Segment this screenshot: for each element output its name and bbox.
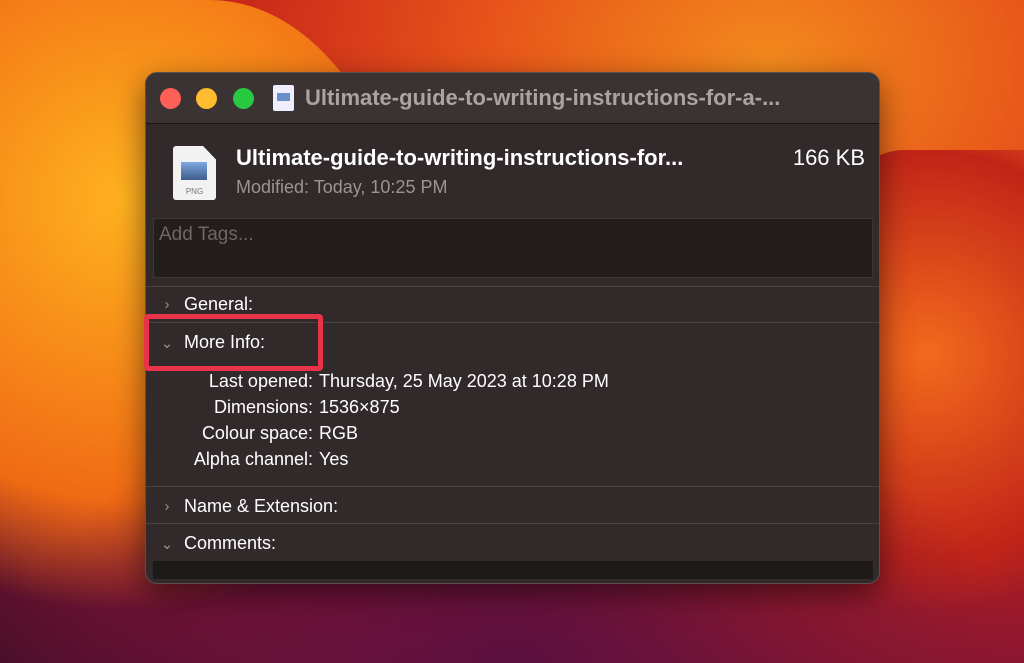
section-label: Comments: [184, 533, 277, 553]
info-label: Alpha channel: [193, 449, 313, 469]
section-comments[interactable]: ⌄ Comments: [160, 533, 276, 554]
png-file-icon [273, 85, 294, 111]
modified-date: Modified: Today, 10:25 PM [236, 177, 448, 197]
file-type-label: PNG [185, 187, 204, 196]
section-label: Name & Extension: [184, 496, 339, 516]
chevron-down-icon: ⌄ [160, 535, 174, 553]
tags-input[interactable]: Add Tags... [153, 218, 873, 278]
file-size: 166 KB [792, 145, 865, 170]
title-bar: Ultimate-guide-to-writing-instructions-f… [146, 73, 879, 124]
info-label: Colour space: [201, 423, 313, 443]
info-value: 1536×875 [319, 397, 400, 417]
chevron-right-icon: › [164, 296, 170, 313]
chevron-right-icon: › [164, 498, 170, 515]
info-row: Dimensions: 1536×875 [146, 397, 400, 418]
highlight-box [144, 314, 323, 371]
divider [146, 286, 879, 287]
info-value: Thursday, 25 May 2023 at 10:28 PM [319, 371, 609, 391]
get-info-window: Ultimate-guide-to-writing-instructions-f… [144, 72, 880, 584]
divider [146, 486, 879, 487]
file-name: Ultimate-guide-to-writing-instructions-f… [236, 145, 684, 170]
section-name-extension[interactable]: › Name & Extension: [160, 496, 339, 517]
info-value: Yes [319, 449, 349, 469]
section-general[interactable]: › General: [160, 294, 254, 315]
zoom-button[interactable] [233, 88, 254, 109]
info-row: Colour space: RGB [146, 423, 358, 444]
info-label: Dimensions: [213, 397, 313, 417]
info-row: Last opened: Thursday, 25 May 2023 at 10:… [146, 371, 609, 392]
info-value: RGB [319, 423, 359, 443]
comments-field[interactable] [153, 561, 873, 579]
minimize-button[interactable] [196, 88, 217, 109]
info-label: Last opened: [208, 371, 313, 391]
section-label: General: [184, 294, 254, 314]
window-title: Ultimate-guide-to-writing-instructions-f… [305, 85, 781, 110]
divider [146, 523, 879, 524]
info-row: Alpha channel: Yes [146, 449, 348, 470]
close-button[interactable] [160, 88, 181, 109]
png-file-icon: PNG [173, 146, 216, 200]
